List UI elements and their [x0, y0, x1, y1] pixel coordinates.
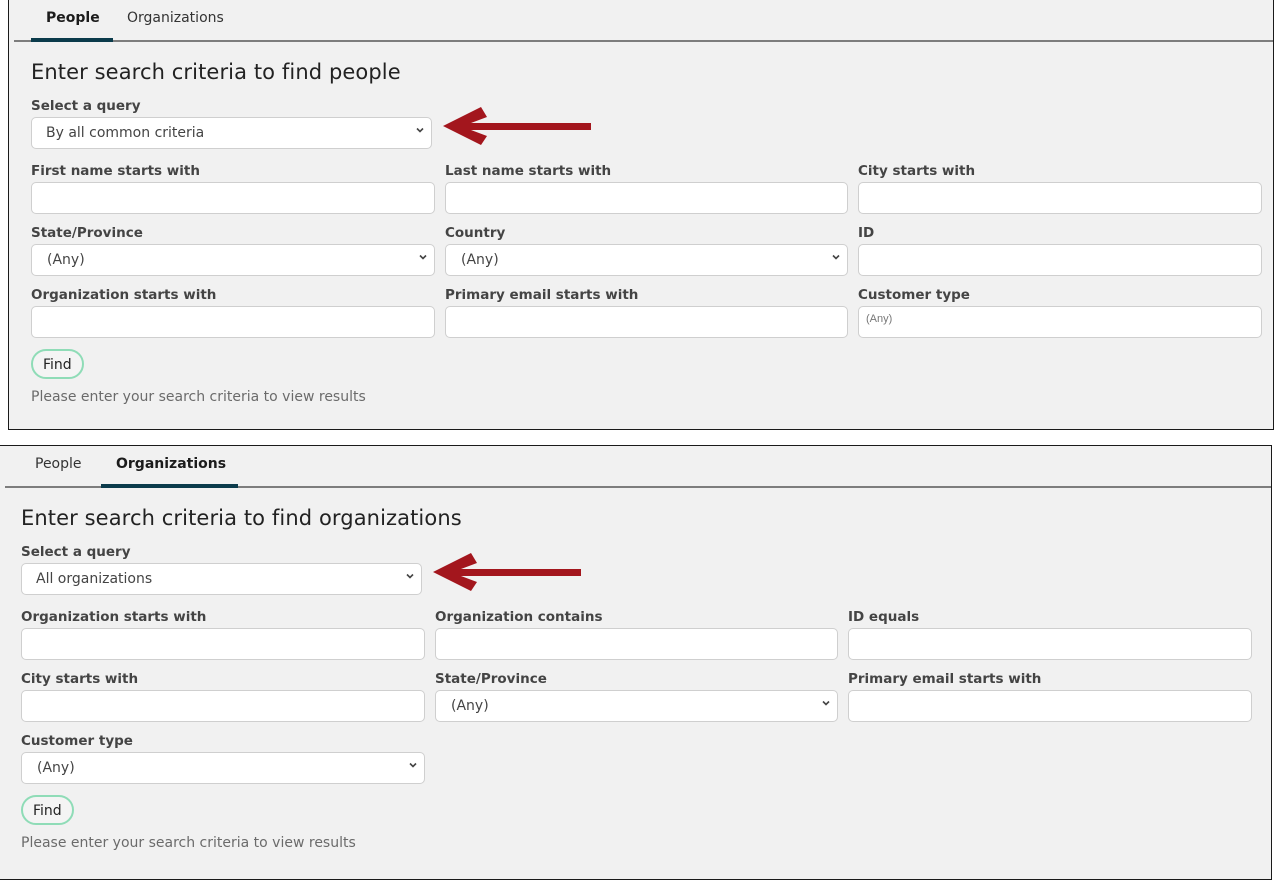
- city-label: City starts with: [21, 671, 139, 687]
- tab-bar: People Organizations: [5, 446, 1271, 488]
- id-equals-label: ID equals: [848, 609, 920, 625]
- tab-people[interactable]: People: [35, 456, 82, 472]
- city-label: City starts with: [858, 163, 976, 179]
- organization-contains-field: Organization contains: [435, 609, 838, 660]
- primary-email-input[interactable]: [848, 690, 1252, 722]
- query-select[interactable]: By all common criteria: [31, 117, 432, 149]
- primary-email-input[interactable]: [445, 306, 848, 338]
- organization-contains-label: Organization contains: [435, 609, 603, 625]
- page-title: Enter search criteria to find people: [31, 60, 401, 84]
- state-province-field: State/Province (Any): [31, 225, 435, 276]
- first-name-field: First name starts with: [31, 163, 435, 214]
- red-arrow-annotation: [443, 107, 591, 145]
- query-label: Select a query: [21, 544, 131, 560]
- chevron-down-icon: [822, 700, 830, 706]
- organization-input[interactable]: [31, 306, 435, 338]
- query-select-value: By all common criteria: [46, 125, 205, 141]
- find-button[interactable]: Find: [31, 349, 84, 379]
- chevron-down-icon: [832, 254, 840, 260]
- id-input[interactable]: [858, 244, 1262, 276]
- query-field: Select a query By all common criteria: [31, 98, 1263, 149]
- city-input[interactable]: [21, 690, 425, 722]
- organization-contains-input[interactable]: [435, 628, 838, 660]
- primary-email-label: Primary email starts with: [445, 287, 639, 303]
- query-label: Select a query: [31, 98, 141, 114]
- organization-label: Organization starts with: [31, 287, 217, 303]
- chevron-down-icon: [409, 762, 417, 768]
- tab-organizations[interactable]: Organizations: [127, 10, 224, 26]
- first-name-input[interactable]: [31, 182, 435, 214]
- results-hint: Please enter your search criteria to vie…: [21, 835, 356, 851]
- chevron-down-icon: [416, 127, 424, 133]
- id-field: ID: [858, 225, 1262, 276]
- state-province-value: (Any): [47, 252, 85, 268]
- state-province-select[interactable]: (Any): [435, 690, 838, 722]
- page-title: Enter search criteria to find organizati…: [21, 506, 462, 530]
- query-field: Select a query All organizations: [21, 544, 1261, 595]
- customer-type-field: Customer type (Any): [858, 287, 1262, 338]
- state-province-label: State/Province: [31, 225, 143, 241]
- state-province-value: (Any): [451, 698, 489, 714]
- state-province-label: State/Province: [435, 671, 547, 687]
- primary-email-field: Primary email starts with: [848, 671, 1252, 722]
- primary-email-field: Primary email starts with: [445, 287, 848, 338]
- customer-type-field: Customer type (Any): [21, 733, 425, 784]
- first-name-label: First name starts with: [31, 163, 200, 179]
- organization-starts-field: Organization starts with: [21, 609, 425, 660]
- city-field: City starts with: [21, 671, 425, 722]
- state-province-select[interactable]: (Any): [31, 244, 435, 276]
- customer-type-label: Customer type: [21, 733, 133, 749]
- find-button[interactable]: Find: [21, 795, 74, 825]
- last-name-field: Last name starts with: [445, 163, 848, 214]
- organization-starts-label: Organization starts with: [21, 609, 207, 625]
- active-tab-indicator: [101, 484, 238, 488]
- organizations-search-panel: People Organizations Enter search criter…: [0, 445, 1272, 880]
- active-tab-indicator: [31, 38, 113, 42]
- query-select-value: All organizations: [36, 571, 153, 587]
- organization-field: Organization starts with: [31, 287, 435, 338]
- id-label: ID: [858, 225, 875, 241]
- search-form: Enter search criteria to find organizati…: [21, 506, 1261, 851]
- primary-email-label: Primary email starts with: [848, 671, 1042, 687]
- id-equals-input[interactable]: [848, 628, 1252, 660]
- customer-type-input[interactable]: (Any): [858, 306, 1262, 338]
- customer-type-placeholder: (Any): [866, 313, 893, 325]
- chevron-down-icon: [419, 254, 427, 260]
- customer-type-select[interactable]: (Any): [21, 752, 425, 784]
- chevron-down-icon: [406, 573, 414, 579]
- criteria-grid: Organization starts with Organization co…: [21, 609, 1252, 784]
- tab-people[interactable]: People: [46, 10, 100, 26]
- country-label: Country: [445, 225, 506, 241]
- tab-bar: People Organizations: [14, 0, 1273, 42]
- state-province-field: State/Province (Any): [435, 671, 838, 722]
- country-select[interactable]: (Any): [445, 244, 848, 276]
- id-equals-field: ID equals: [848, 609, 1252, 660]
- criteria-grid: First name starts with Last name starts …: [31, 163, 1262, 338]
- people-search-panel: People Organizations Enter search criter…: [8, 0, 1274, 430]
- results-hint: Please enter your search criteria to vie…: [31, 389, 366, 405]
- last-name-input[interactable]: [445, 182, 848, 214]
- query-select[interactable]: All organizations: [21, 563, 422, 595]
- city-input[interactable]: [858, 182, 1262, 214]
- organization-starts-input[interactable]: [21, 628, 425, 660]
- red-arrow-annotation: [433, 553, 581, 591]
- search-form: Enter search criteria to find people Sel…: [31, 60, 1263, 405]
- country-field: Country (Any): [445, 225, 848, 276]
- customer-type-value: (Any): [37, 760, 75, 776]
- country-value: (Any): [461, 252, 499, 268]
- last-name-label: Last name starts with: [445, 163, 612, 179]
- tab-organizations[interactable]: Organizations: [116, 456, 226, 472]
- city-field: City starts with: [858, 163, 1262, 214]
- customer-type-label: Customer type: [858, 287, 970, 303]
